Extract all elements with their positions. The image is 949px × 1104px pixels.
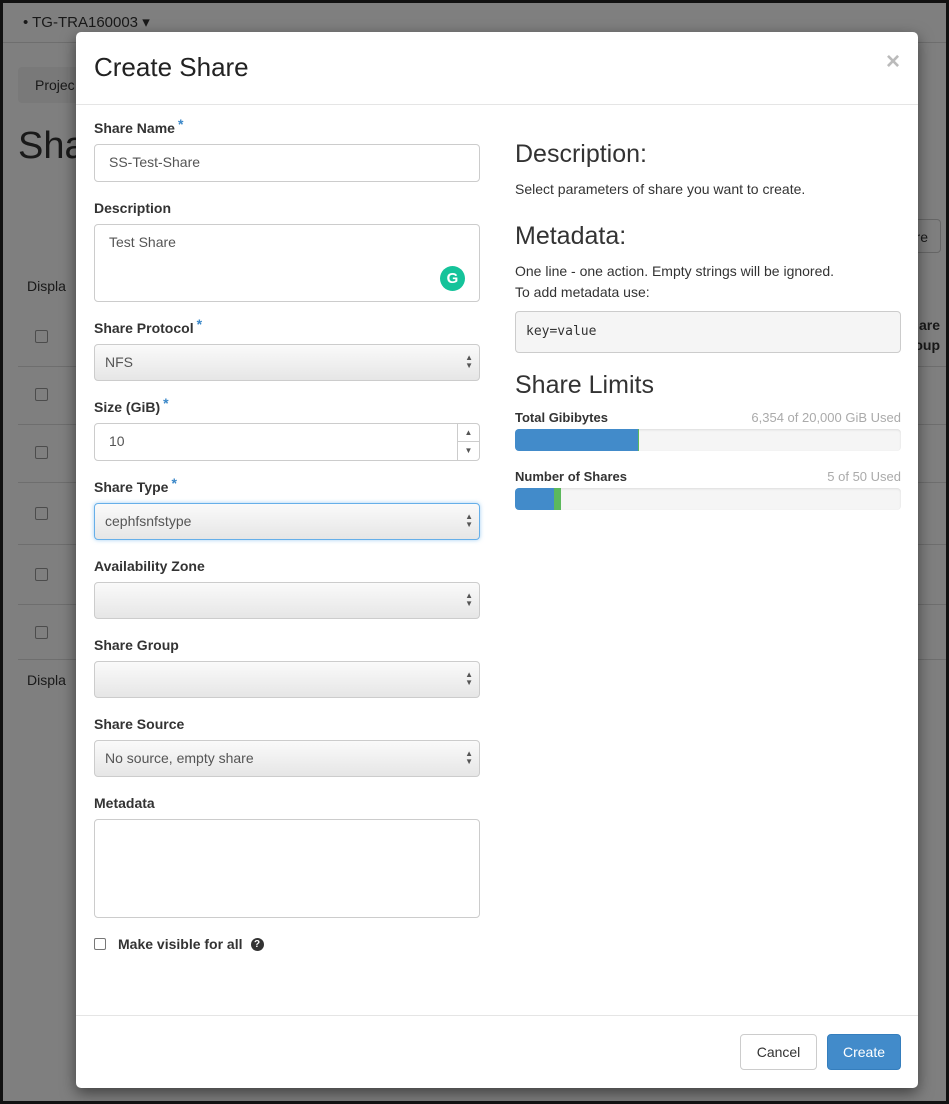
availability-zone-select[interactable]: ▲ ▼ bbox=[94, 582, 480, 619]
share-protocol-select[interactable]: NFS ▲ ▼ bbox=[94, 344, 480, 381]
description-label: Description bbox=[94, 200, 172, 216]
limit-item: Total Gibibytes 6,354 of 20,000 GiB Used bbox=[515, 410, 901, 451]
create-button[interactable]: Create bbox=[827, 1034, 901, 1070]
used-fill bbox=[515, 429, 638, 451]
limit-item: Number of Shares 5 of 50 Used bbox=[515, 469, 901, 510]
limit-usage: 6,354 of 20,000 GiB Used bbox=[751, 410, 901, 425]
limit-progress-bar bbox=[515, 488, 901, 510]
grammarly-icon[interactable]: G bbox=[440, 266, 465, 291]
share-type-select[interactable]: cephfsnfstype ▲ ▼ bbox=[94, 503, 480, 540]
share-group-label: Share Group bbox=[94, 637, 179, 653]
limit-label: Number of Shares bbox=[515, 469, 627, 484]
help-icon[interactable]: ? bbox=[250, 937, 264, 951]
select-arrows-icon: ▲ ▼ bbox=[465, 353, 473, 370]
share-name-input[interactable]: SS-Test-Share bbox=[94, 144, 480, 182]
size-stepper[interactable]: ▲ ▼ bbox=[457, 424, 479, 460]
modal-title: Create Share bbox=[94, 52, 249, 82]
limit-usage: 5 of 50 Used bbox=[827, 469, 901, 484]
metadata-label: Metadata bbox=[94, 795, 155, 811]
decrement-icon: ▼ bbox=[464, 446, 473, 455]
availability-zone-label: Availability Zone bbox=[94, 558, 205, 574]
size-input[interactable]: 10 ▲ ▼ bbox=[94, 423, 480, 461]
metadata-help-1: One line - one action. Empty strings wil… bbox=[515, 263, 835, 279]
increment-icon: ▲ bbox=[458, 424, 479, 442]
limit-progress-bar bbox=[515, 429, 901, 451]
metadata-textarea[interactable] bbox=[94, 819, 480, 918]
size-label: Size (GiB) * bbox=[94, 395, 169, 415]
added-fill bbox=[553, 488, 562, 510]
share-source-label: Share Source bbox=[94, 716, 185, 732]
metadata-help-2: To add metadata use: bbox=[515, 284, 650, 300]
share-name-label: Share Name * bbox=[94, 116, 184, 136]
metadata-heading: Metadata: bbox=[515, 222, 627, 250]
select-arrows-icon: ▲ ▼ bbox=[465, 749, 473, 766]
metadata-example: key=value bbox=[515, 311, 901, 353]
visible-for-all-checkbox[interactable] bbox=[94, 938, 106, 950]
select-arrows-icon: ▲ ▼ bbox=[465, 512, 473, 529]
close-icon[interactable]: × bbox=[886, 48, 900, 76]
select-arrows-icon: ▲ ▼ bbox=[465, 591, 473, 608]
description-heading: Description: bbox=[515, 140, 647, 168]
description-textarea[interactable]: Test Share G bbox=[94, 224, 480, 302]
share-type-label: Share Type * bbox=[94, 475, 177, 495]
share-limits-heading: Share Limits bbox=[515, 371, 654, 399]
visible-for-all-label: Make visible for all bbox=[118, 936, 243, 952]
cancel-button[interactable]: Cancel bbox=[740, 1034, 817, 1070]
used-fill bbox=[515, 488, 554, 510]
share-source-select[interactable]: No source, empty share ▲ ▼ bbox=[94, 740, 480, 777]
limit-label: Total Gibibytes bbox=[515, 410, 608, 425]
description-text: Select parameters of share you want to c… bbox=[515, 181, 806, 197]
share-group-select[interactable]: ▲ ▼ bbox=[94, 661, 480, 698]
select-arrows-icon: ▲ ▼ bbox=[465, 670, 473, 687]
create-share-modal: Create Share × Share Name * SS-Test-Share… bbox=[76, 32, 918, 1088]
share-protocol-label: Share Protocol * bbox=[94, 316, 203, 336]
